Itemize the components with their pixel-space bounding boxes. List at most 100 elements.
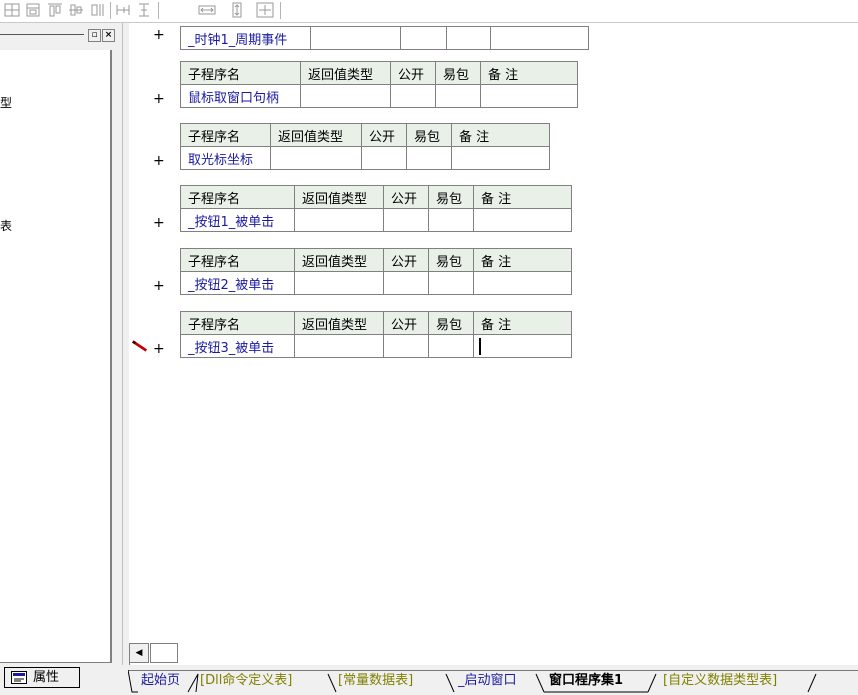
header-remark: 备 注 [473,185,572,209]
return-type-cell[interactable] [294,208,384,232]
expand-toggle[interactable]: + [153,91,165,107]
tab-custom-types[interactable]: [自定义数据类型表] [663,670,777,691]
toolbar-separator [110,2,111,19]
remark-cell[interactable] [480,84,578,108]
horizontal-scrollbar[interactable] [150,643,178,663]
header-return-type: 返回值类型 [300,61,391,85]
properties-tab-button[interactable]: 属性 [4,667,80,688]
header-public: 公开 [383,248,429,272]
header-name: 子程序名 [180,61,301,85]
toolbar-separator [158,2,159,19]
subprogram-table: 子程序名 返回值类型 公开 易包 备 注 _按钮1_被单击 [180,185,572,232]
header-easy-pack: 易包 [435,61,481,85]
toolbar-separator [280,2,281,19]
easy-pack-cell[interactable] [428,271,474,295]
center-both-icon[interactable] [256,2,274,18]
public-cell[interactable] [361,146,407,170]
text-caret [479,337,481,355]
align-top-icon[interactable] [47,2,63,18]
return-type-cell[interactable] [294,271,384,295]
tree-item-truncated[interactable]: 型 [0,94,12,111]
tab-start-page[interactable]: 起始页 [141,670,180,691]
header-return-type: 返回值类型 [294,185,384,209]
tab-window-assembly[interactable]: 窗口程序集1 [549,670,623,691]
public-cell[interactable] [390,84,436,108]
remark-cell[interactable] [473,208,572,232]
header-easy-pack: 易包 [428,185,474,209]
workspace-tree[interactable]: 型 表 [0,50,112,663]
expand-toggle[interactable]: + [153,341,165,357]
easy-pack-cell[interactable] [435,84,481,108]
public-cell[interactable] [400,26,447,50]
header-name: 子程序名 [180,248,295,272]
left-panel-header: ▫ × [0,26,120,42]
close-panel-button[interactable]: × [102,29,115,42]
header-return-type: 返回值类型 [294,311,384,335]
header-public: 公开 [390,61,436,85]
remark-cell[interactable] [473,334,572,358]
code-editor[interactable]: + _时钟1_周期事件 + 子程序名 返回值类型 公开 易包 备 注 鼠标取窗口… [129,23,858,643]
document-tabs: 起始页 [Dll命令定义表] [常量数据表] _启动窗口 窗口程序集1 [自定义… [128,670,858,693]
tab-dll-commands[interactable]: [Dll命令定义表] [200,670,292,691]
v-center-icon[interactable] [229,2,245,18]
subprogram-table: 子程序名 返回值类型 公开 易包 备 注 取光标坐标 [180,123,550,170]
remark-cell[interactable] [473,271,572,295]
header-return-type: 返回值类型 [294,248,384,272]
same-width-icon[interactable] [115,2,131,18]
scroll-left-button[interactable]: ◀ [129,643,149,663]
header-remark: 备 注 [473,311,572,335]
header-return-type: 返回值类型 [270,123,362,147]
header-easy-pack: 易包 [428,311,474,335]
public-cell[interactable] [383,334,429,358]
properties-label: 属性 [33,670,60,685]
expand-toggle[interactable]: + [153,153,165,169]
return-type-cell[interactable] [310,26,401,50]
subprogram-name[interactable]: _按钮1_被单击 [180,208,295,232]
header-easy-pack: 易包 [428,248,474,272]
header-name: 子程序名 [180,123,271,147]
properties-icon [11,671,27,684]
align-middle-icon[interactable] [68,2,84,18]
header-name: 子程序名 [180,185,295,209]
same-height-icon[interactable] [136,2,152,18]
header-easy-pack: 易包 [406,123,452,147]
subprogram-name[interactable]: _按钮2_被单击 [180,271,295,295]
public-cell[interactable] [383,208,429,232]
return-type-cell[interactable] [294,334,384,358]
subprogram-name[interactable]: 取光标坐标 [180,146,271,170]
header-remark: 备 注 [480,61,578,85]
return-type-cell[interactable] [270,146,362,170]
easy-pack-cell[interactable] [428,334,474,358]
remark-cell[interactable] [490,26,589,50]
easy-pack-cell[interactable] [446,26,491,50]
header-public: 公开 [361,123,407,147]
expand-toggle[interactable]: + [153,215,165,231]
left-panel: ▫ × 型 表 [0,23,122,665]
expand-toggle[interactable]: + [153,278,165,294]
alignment-toolbar [0,0,858,23]
h-center-icon[interactable] [198,2,216,18]
panel-grip[interactable] [0,34,84,35]
subprogram-table: _时钟1_周期事件 [180,26,589,50]
distribute-icon[interactable] [90,2,106,18]
tree-item-truncated[interactable]: 表 [0,217,12,234]
expand-toggle[interactable]: + [153,27,165,43]
triangle-left-icon: ◀ [135,648,143,658]
easy-pack-cell[interactable] [406,146,452,170]
easy-pack-cell[interactable] [428,208,474,232]
subprogram-name[interactable]: _时钟1_周期事件 [180,26,311,50]
align-center-icon[interactable] [25,2,41,18]
align-left-icon[interactable] [4,2,20,18]
public-cell[interactable] [383,271,429,295]
subprogram-name[interactable]: _按钮3_被单击 [180,334,295,358]
header-remark: 备 注 [451,123,550,147]
return-type-cell[interactable] [300,84,391,108]
restore-button[interactable]: ▫ [88,29,101,42]
header-public: 公开 [383,311,429,335]
tab-constants[interactable]: [常量数据表] [338,670,413,691]
remark-cell[interactable] [451,146,550,170]
subprogram-table: 子程序名 返回值类型 公开 易包 备 注 鼠标取窗口句柄 [180,61,578,108]
close-icon: × [104,30,113,40]
subprogram-name[interactable]: 鼠标取窗口句柄 [180,84,301,108]
tab-startup-window[interactable]: _启动窗口 [458,670,517,691]
